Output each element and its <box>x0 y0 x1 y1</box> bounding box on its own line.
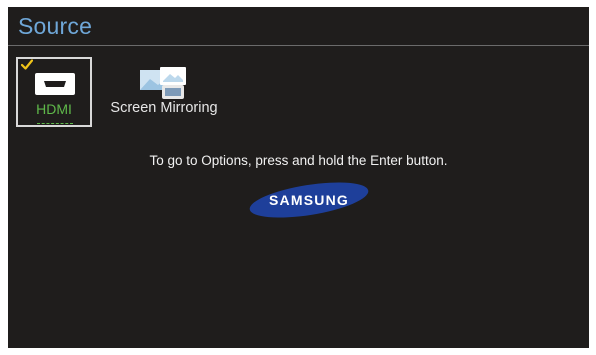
screen-mirroring-icon <box>140 67 186 99</box>
source-screen: Source HDMI Screen Mirroring To go to Op… <box>8 7 589 348</box>
page-title: Source <box>18 13 93 39</box>
title-divider <box>8 45 589 46</box>
hdmi-icon <box>35 73 75 95</box>
source-label-hdmi: HDMI <box>36 101 72 117</box>
samsung-logo: SAMSUNG <box>249 182 369 218</box>
source-screen-mirroring[interactable]: Screen Mirroring <box>104 57 224 127</box>
options-hint: To go to Options, press and hold the Ent… <box>149 153 448 168</box>
check-icon <box>21 59 33 70</box>
source-focus-underline <box>37 123 73 124</box>
source-label-screen-mirroring: Screen Mirroring <box>110 100 218 116</box>
source-hdmi[interactable]: HDMI <box>16 57 92 127</box>
brand-name: SAMSUNG <box>269 192 349 208</box>
